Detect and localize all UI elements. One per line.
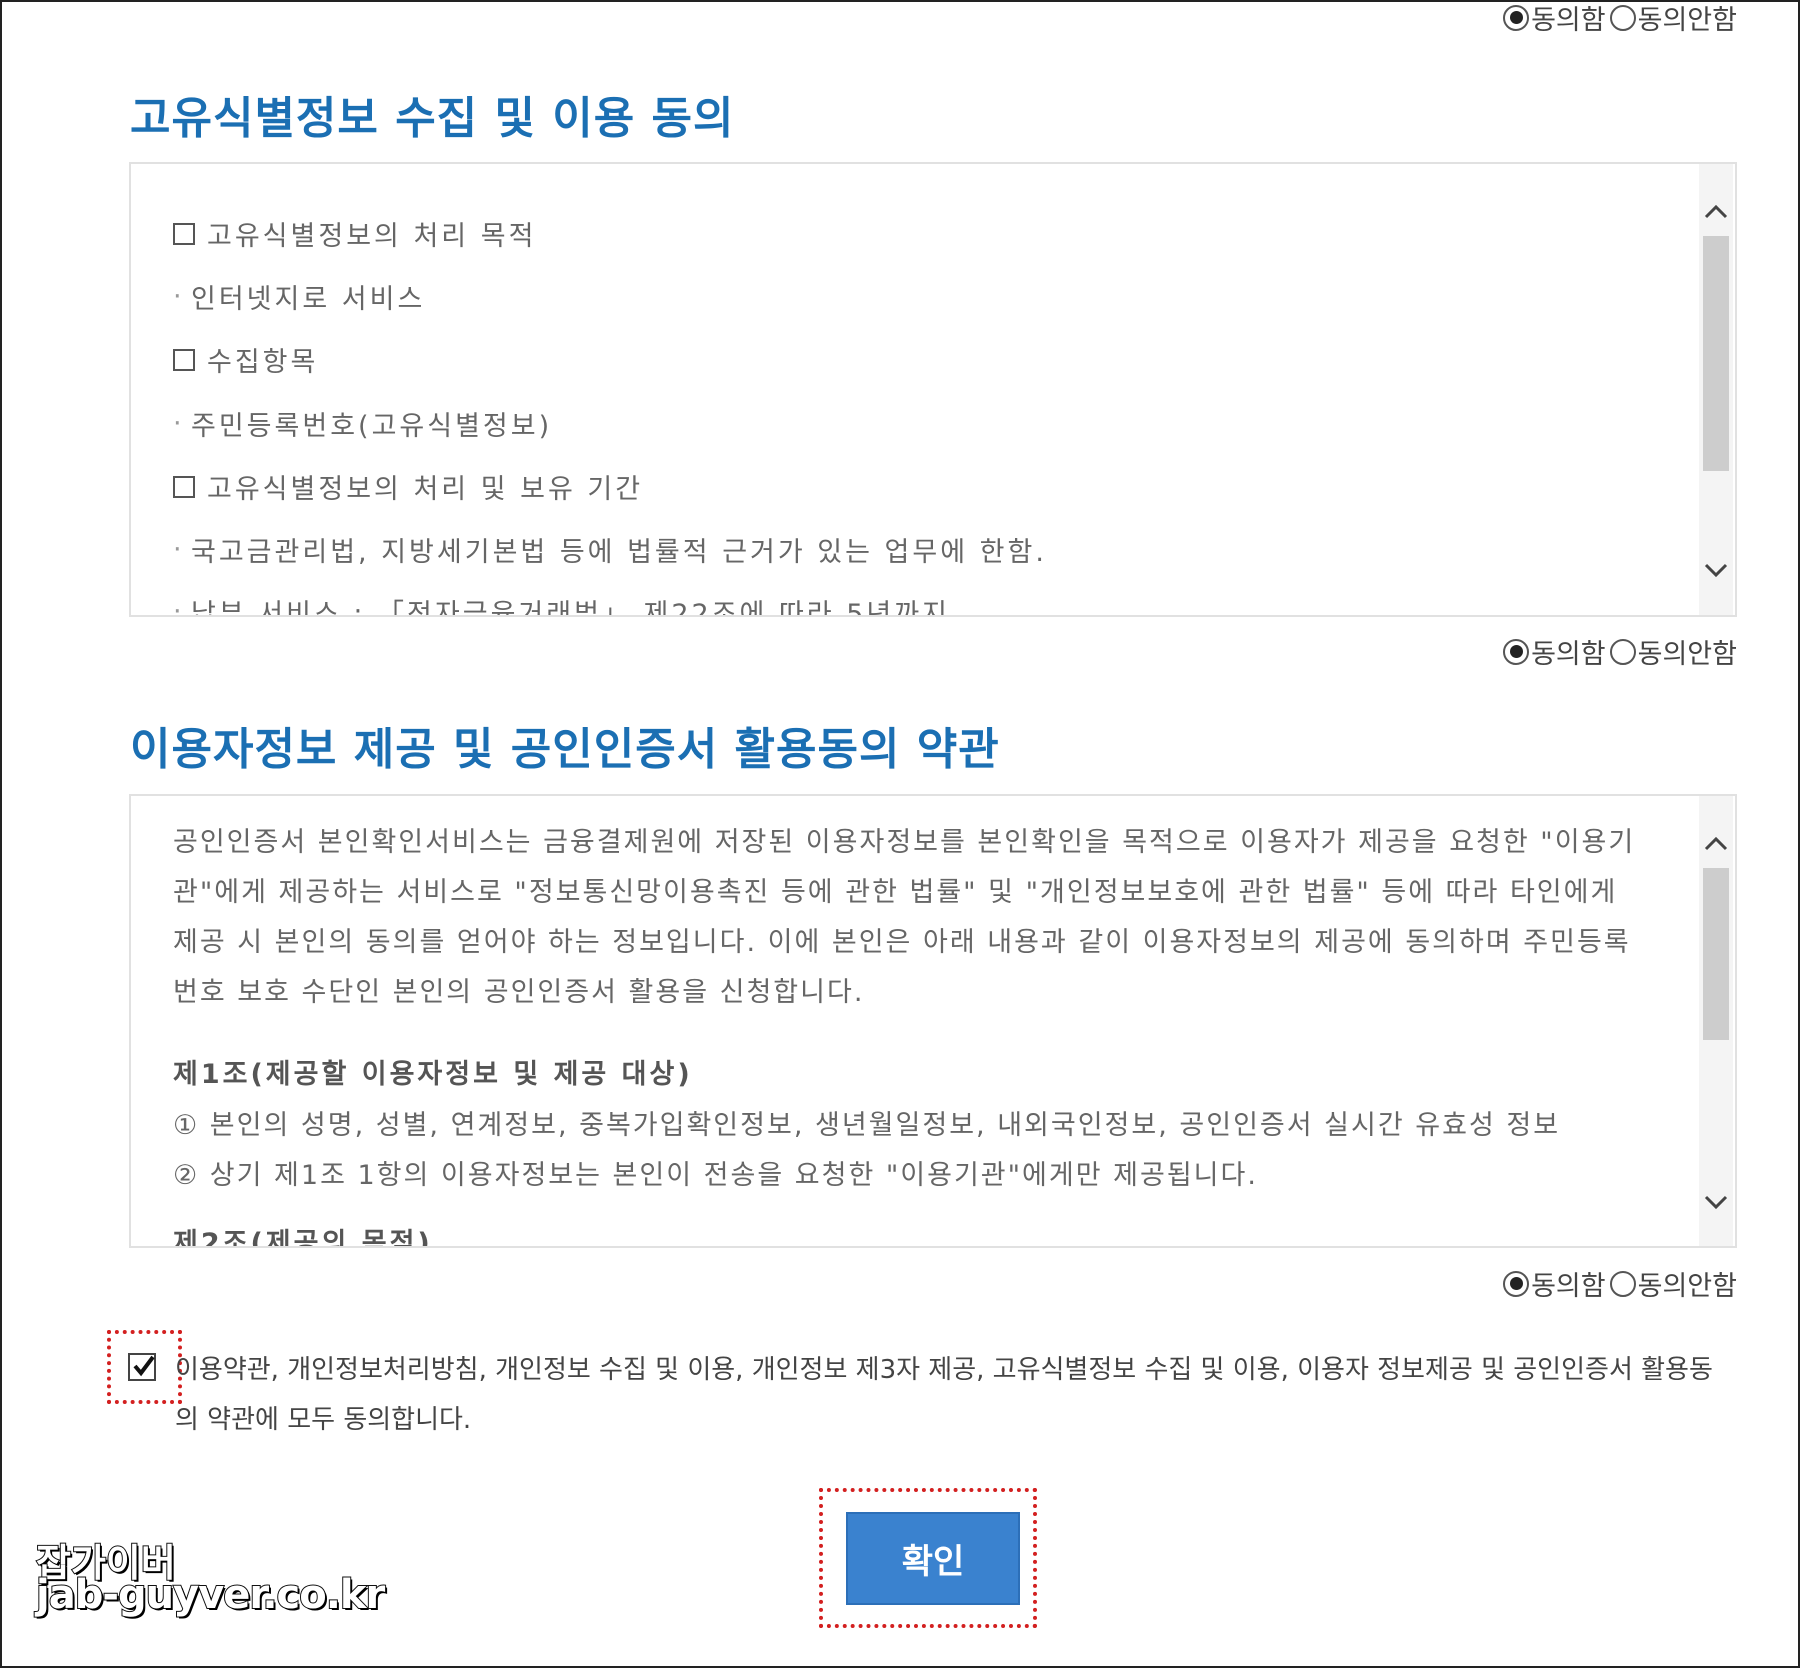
article1-heading: 제1조(제공할 이용자정보 및 제공 대상) [173, 1059, 693, 1090]
square-bullet-icon [173, 222, 195, 245]
radio-selected-icon [1503, 4, 1530, 31]
dot-bullet-icon: · [173, 596, 185, 617]
watermark-url: jab-guyver.co.kr [35, 1571, 386, 1619]
radio-empty-icon [1609, 4, 1636, 31]
section1-terms-box[interactable]: 고유식별정보의 처리 목적 · 인터넷지로 서비스 수집항목 · 주민등록번호(고유… [129, 162, 1737, 617]
radio-empty-icon [1609, 1270, 1636, 1297]
section1-bullet-law: · 국고금관리법, 지방세기본법 등에 법률적 근거가 있는 업무에 한함. [173, 534, 1047, 568]
radio-empty-icon [1609, 638, 1636, 665]
radio-agree-section1[interactable]: 동의함 [1503, 632, 1606, 671]
section1-heading-period: 고유식별정보의 처리 및 보유 기간 [173, 467, 643, 506]
agree-all-label[interactable]: 이용약관, 개인정보처리방침, 개인정보 수집 및 이용, 개인정보 제3자 제… [175, 1345, 1735, 1445]
section2-title: 이용자정보 제공 및 공인인증서 활용동의 약관 [130, 724, 1000, 775]
section1-title: 고유식별정보 수집 및 이용 동의 [130, 93, 735, 144]
section1-bullet-service: · 인터넷지로 서비스 [173, 281, 426, 315]
radio-group-section2: 동의함 동의안함 [1503, 1264, 1737, 1303]
section1-bullet-payment: · 납부 서비스 : 「전자금융거래법」 제22조에 따라 5년까지 [173, 592, 950, 617]
scroll-up-icon[interactable] [1699, 826, 1733, 860]
scroll-thumb[interactable] [1703, 868, 1729, 1040]
square-bullet-icon [173, 475, 195, 498]
radio-disagree-section1[interactable]: 동의안함 [1609, 632, 1737, 671]
radio-disagree-section2[interactable]: 동의안함 [1609, 1264, 1737, 1303]
section1-heading-items: 수집항목 [173, 340, 318, 379]
section1-bullet-rrn: · 주민등록번호(고유식별정보) [173, 408, 553, 442]
confirm-button[interactable]: 확인 [846, 1512, 1020, 1605]
agree-all-checkbox[interactable] [128, 1353, 156, 1381]
section2-intro: 공인인증서 본인확인서비스는 금융결제원에 저장된 이용자정보를 본인확인을 목… [173, 827, 1636, 1008]
radio-agree-section2[interactable]: 동의함 [1503, 1264, 1606, 1303]
article1-item1: ① 본인의 성명, 성별, 연계정보, 중복가입확인정보, 생년월일정보, 내외… [173, 1110, 1561, 1141]
scroll-up-icon[interactable] [1699, 194, 1733, 228]
section1-scrollbar[interactable] [1699, 164, 1733, 615]
scroll-down-icon[interactable] [1699, 1186, 1733, 1220]
radio-selected-icon [1503, 1270, 1530, 1297]
section2-terms-box[interactable]: 공인인증서 본인확인서비스는 금융결제원에 저장된 이용자정보를 본인확인을 목… [129, 794, 1737, 1248]
scroll-thumb[interactable] [1703, 236, 1729, 471]
dot-bullet-icon: · [173, 534, 185, 565]
radio-group-section1: 동의함 동의안함 [1503, 632, 1737, 671]
radio-group-prev: 동의함 동의안함 [1503, 0, 1737, 37]
radio-agree-prev[interactable]: 동의함 [1503, 0, 1606, 37]
radio-selected-icon [1503, 638, 1530, 665]
dot-bullet-icon: · [173, 281, 185, 312]
section2-scrollbar[interactable] [1699, 796, 1733, 1246]
square-bullet-icon [173, 348, 195, 371]
scroll-down-icon[interactable] [1699, 554, 1733, 588]
section1-heading-purpose: 고유식별정보의 처리 목적 [173, 214, 536, 253]
dot-bullet-icon: · [173, 408, 185, 439]
article1-item2: ② 상기 제1조 1항의 이용자정보는 본인이 전송을 요청한 "이용기관"에게… [173, 1160, 1258, 1191]
article2-heading: 제2조(제공의 목적) [173, 1228, 433, 1248]
check-icon [133, 1355, 155, 1377]
radio-disagree-prev[interactable]: 동의안함 [1609, 0, 1737, 37]
